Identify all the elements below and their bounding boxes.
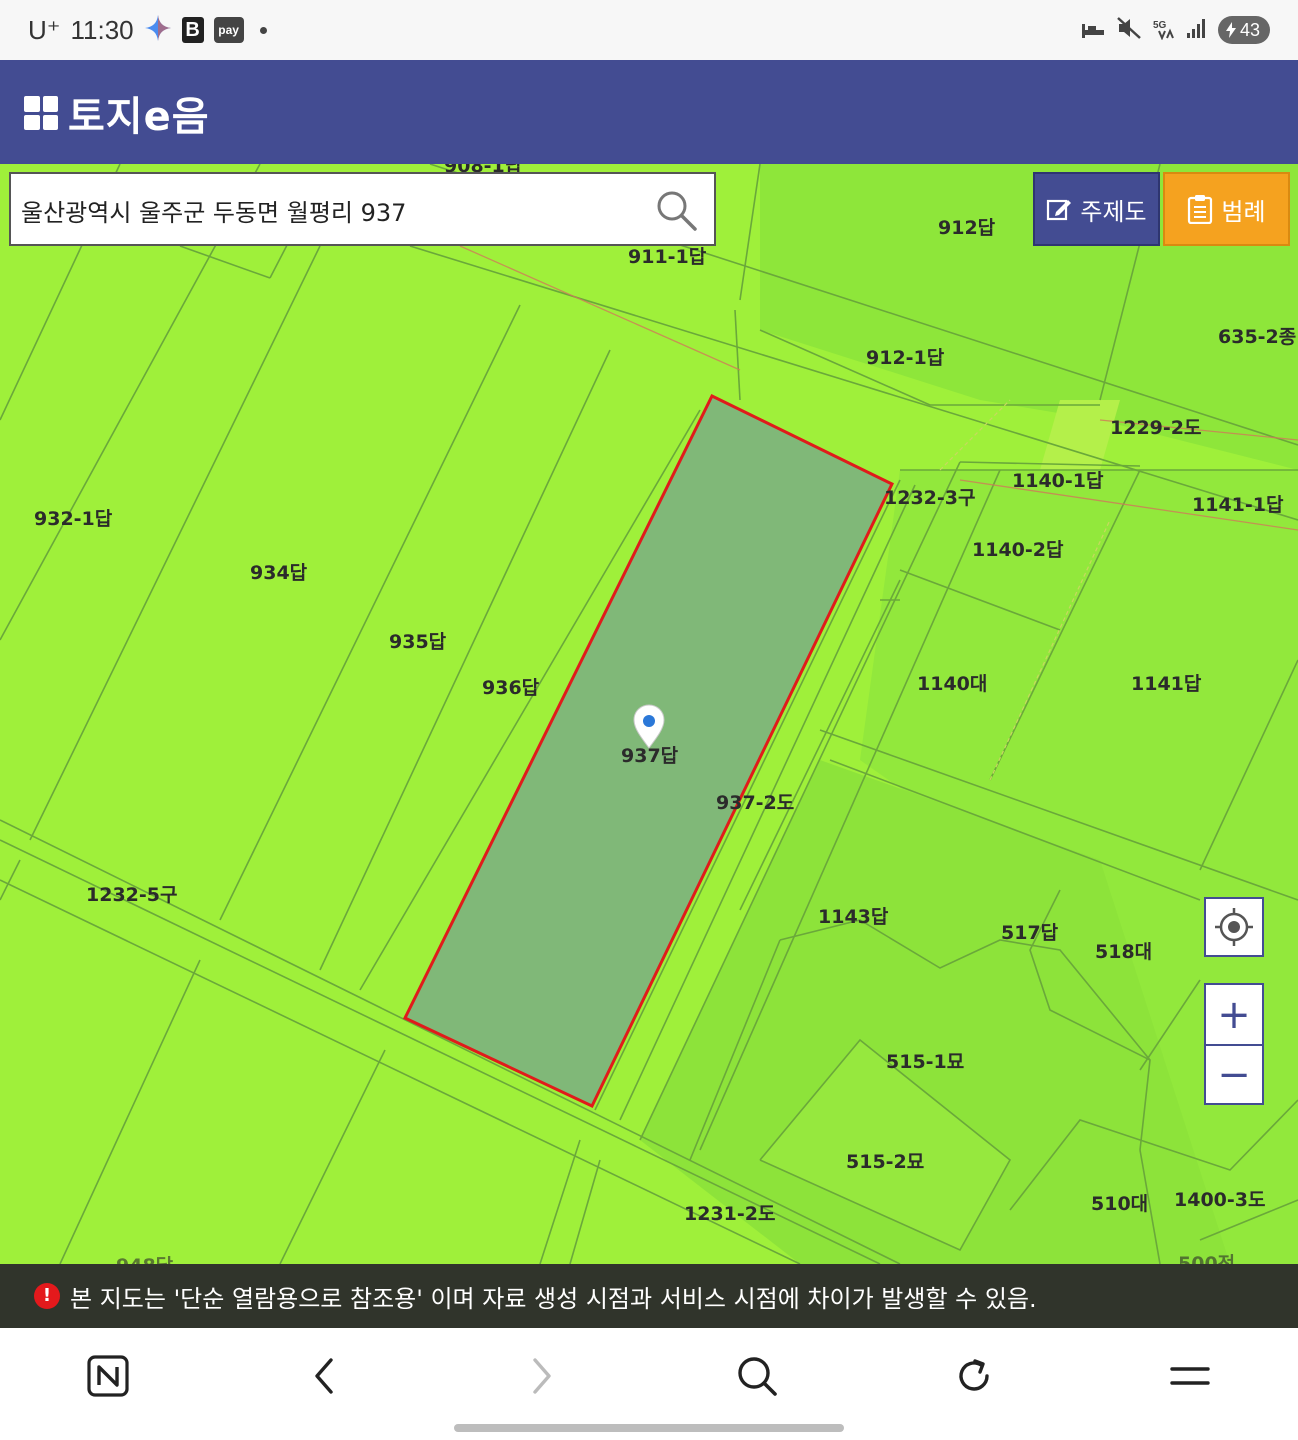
warning-icon: ! bbox=[34, 1283, 60, 1309]
hamburger-menu-icon bbox=[1170, 1367, 1210, 1385]
forward-button[interactable] bbox=[514, 1348, 570, 1404]
app-logo[interactable]: 토지e음 bbox=[24, 84, 210, 142]
parcel-label: 1231-2도 bbox=[684, 1203, 775, 1225]
parcel-label: 1141답 bbox=[1131, 673, 1202, 695]
parcel-label: 1140-2답 bbox=[972, 539, 1064, 561]
naver-n-icon bbox=[87, 1355, 129, 1397]
parcel-label: 948답 bbox=[116, 1255, 174, 1264]
parcel-label: 515-2묘 bbox=[846, 1151, 924, 1173]
parcel-label: 635-2종 bbox=[1218, 326, 1296, 348]
parcel-label: 1232-3구 bbox=[884, 487, 975, 509]
parcel-label: 1140-1답 bbox=[1012, 470, 1104, 492]
parcel-label: 517답 bbox=[1001, 922, 1059, 944]
battery-indicator: 43 bbox=[1218, 16, 1270, 44]
logo-mark-icon bbox=[24, 96, 58, 130]
pay-app-icon: pay bbox=[213, 17, 244, 43]
parcel-label: 1232-5구 bbox=[86, 884, 177, 906]
refresh-icon bbox=[959, 1359, 989, 1391]
chevron-right-icon bbox=[533, 1358, 551, 1394]
b-app-icon: B bbox=[181, 17, 204, 43]
chevron-left-icon bbox=[315, 1358, 333, 1394]
legend-button[interactable]: 범례 bbox=[1163, 172, 1290, 246]
carrier-label: U⁺ bbox=[28, 14, 61, 45]
network-label: 5G bbox=[1153, 20, 1167, 31]
parcel-label: 912답 bbox=[938, 217, 996, 239]
parcel-label: 500전 bbox=[1178, 1253, 1235, 1264]
parcel-label: 1141-1답 bbox=[1192, 494, 1284, 516]
home-indicator[interactable] bbox=[454, 1424, 844, 1432]
search-icon[interactable] bbox=[654, 188, 698, 232]
browser-search-button[interactable] bbox=[729, 1348, 785, 1404]
address-search-box[interactable] bbox=[9, 172, 716, 246]
search-input[interactable] bbox=[21, 190, 641, 230]
clipboard-icon bbox=[1188, 195, 1213, 224]
back-button[interactable] bbox=[296, 1348, 352, 1404]
my-location-button[interactable] bbox=[1204, 897, 1264, 957]
battery-level: 43 bbox=[1240, 20, 1261, 40]
parcel-label: 1140대 bbox=[917, 673, 987, 695]
parcel-label: 935답 bbox=[389, 631, 447, 653]
sleep-mode-icon bbox=[1080, 16, 1106, 44]
zoom-out-button[interactable]: − bbox=[1206, 1044, 1262, 1103]
network-5g-icon: 5G bbox=[1152, 16, 1176, 44]
parcel-label: 937답 bbox=[621, 745, 679, 767]
zoom-controls: + − bbox=[1204, 983, 1264, 1105]
notice-text: 본 지도는 '단순 열람용으로 참조용' 이며 자료 생성 시점과 서비스 시점… bbox=[70, 1284, 1037, 1313]
edit-icon bbox=[1047, 199, 1072, 221]
parcel-label: 1143답 bbox=[818, 906, 889, 928]
parcel-label: 518대 bbox=[1095, 941, 1152, 963]
legend-label: 범례 bbox=[1221, 197, 1266, 226]
parcel-label: 912-1답 bbox=[866, 347, 945, 369]
reload-button[interactable] bbox=[946, 1348, 1002, 1404]
parcel-label: 937-2도 bbox=[716, 792, 794, 814]
parcel-label: 932-1답 bbox=[34, 508, 113, 530]
notification-dot-icon bbox=[259, 26, 267, 34]
parcel-label: 510대 bbox=[1091, 1193, 1148, 1215]
gemini-star-icon bbox=[144, 14, 172, 46]
map-disclaimer-notice: ! 본 지도는 '단순 열람용으로 참조용' 이며 자료 생성 시점과 서비스 … bbox=[0, 1264, 1298, 1328]
naver-home-button[interactable] bbox=[80, 1348, 136, 1404]
clock: 11:30 bbox=[70, 14, 134, 45]
magnifier-icon bbox=[738, 1357, 777, 1396]
parcel-label: 934답 bbox=[250, 562, 308, 584]
signal-icon bbox=[1186, 16, 1208, 44]
mute-icon bbox=[1116, 16, 1142, 44]
parcel-label: 1229-2도 bbox=[1110, 417, 1201, 439]
parcel-label: 515-1묘 bbox=[886, 1051, 964, 1073]
parcel-label: 936답 bbox=[482, 677, 540, 699]
theme-map-button[interactable]: 주제도 bbox=[1033, 172, 1160, 246]
theme-map-label: 주제도 bbox=[1080, 197, 1147, 226]
app-header: 토지e음 bbox=[0, 60, 1298, 164]
map-canvas[interactable]: 908-1답 911-1답 912답 912-1답 635-2종 1229-2도… bbox=[0, 164, 1298, 1264]
zoom-in-button[interactable]: + bbox=[1206, 985, 1262, 1044]
status-left: U⁺ 11:30 B pay bbox=[28, 14, 267, 46]
status-right: 5G 43 bbox=[1080, 16, 1270, 44]
menu-button[interactable] bbox=[1162, 1348, 1218, 1404]
crosshair-icon bbox=[1215, 908, 1253, 946]
charging-bolt-icon bbox=[1226, 22, 1236, 38]
browser-bottom-bar bbox=[0, 1328, 1298, 1440]
parcel-label: 911-1답 bbox=[628, 246, 707, 268]
app-title: 토지e음 bbox=[68, 94, 210, 140]
status-bar: U⁺ 11:30 B pay 5G 43 bbox=[0, 0, 1298, 60]
cadastral-map[interactable]: 908-1답 911-1답 912답 912-1답 635-2종 1229-2도… bbox=[0, 164, 1298, 1264]
parcel-label: 1400-3도 bbox=[1174, 1189, 1265, 1211]
